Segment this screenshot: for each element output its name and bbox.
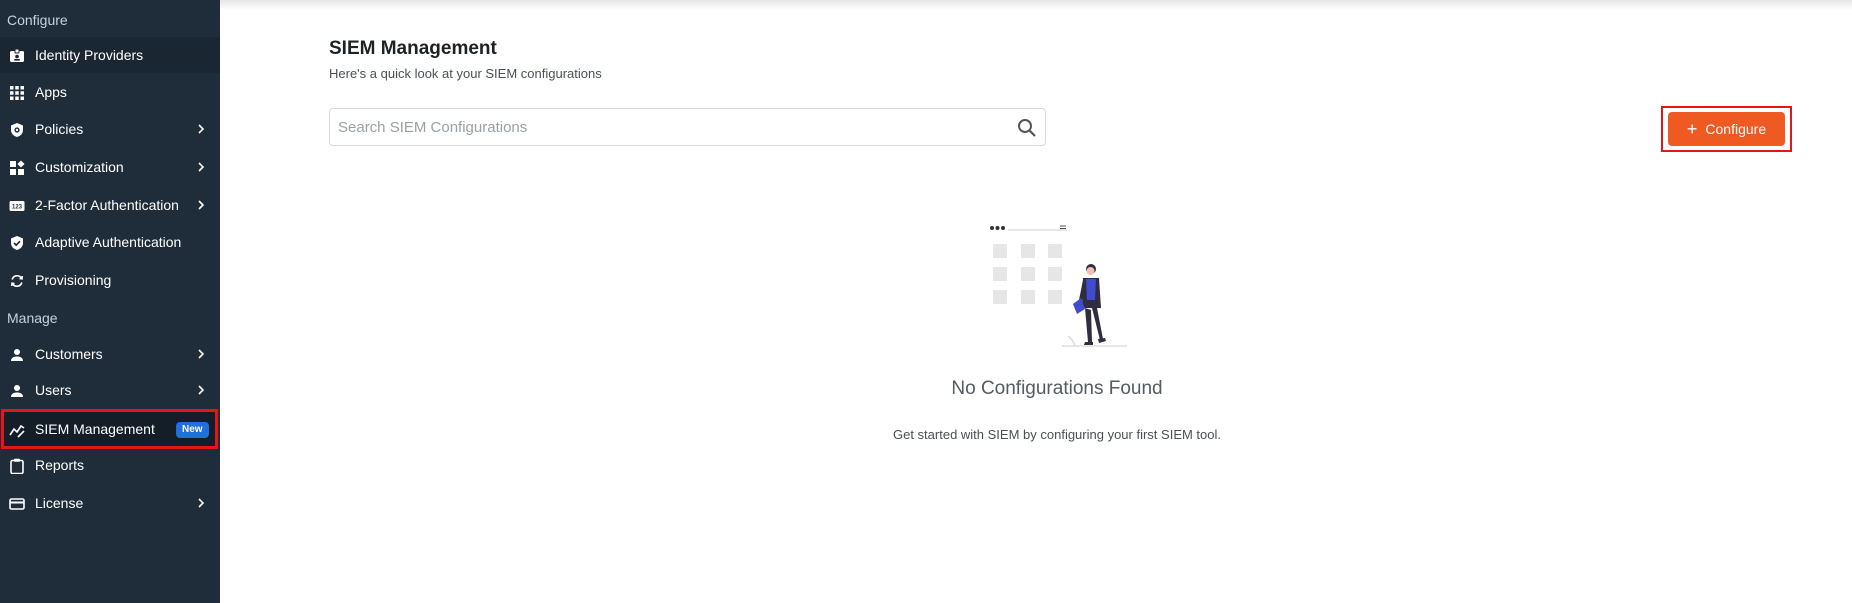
sidebar-item-customization[interactable]: Customization bbox=[0, 149, 220, 185]
page-subtitle: Here's a quick look at your SIEM configu… bbox=[329, 66, 602, 81]
sidebar-item-label: 2-Factor Authentication bbox=[35, 197, 179, 213]
chevron-right-icon bbox=[198, 124, 205, 134]
sidebar-item-label: Provisioning bbox=[35, 272, 112, 288]
sidebar-item-label: Apps bbox=[35, 84, 67, 100]
page-title: SIEM Management bbox=[329, 38, 497, 59]
sidebar-item-apps[interactable]: Apps bbox=[0, 74, 220, 110]
clipboard-icon bbox=[9, 458, 25, 474]
sidebar-item-label: Customers bbox=[35, 346, 103, 362]
sidebar-item-2fa[interactable]: 123 2-Factor Authentication bbox=[0, 187, 220, 223]
chevron-right-icon bbox=[198, 200, 205, 210]
svg-text:123: 123 bbox=[12, 205, 23, 211]
configure-button[interactable]: + Configure bbox=[1668, 112, 1785, 146]
sidebar-item-provisioning[interactable]: Provisioning bbox=[0, 262, 220, 298]
sidebar-item-identity-providers[interactable]: Identity Providers bbox=[0, 37, 220, 73]
configure-label: Configure bbox=[1705, 121, 1767, 137]
search-box[interactable] bbox=[329, 108, 1046, 146]
person-icon bbox=[9, 347, 25, 363]
search-input[interactable] bbox=[338, 117, 988, 137]
search-icon[interactable] bbox=[1017, 118, 1037, 138]
sidebar-item-label: Adaptive Authentication bbox=[35, 234, 182, 250]
sidebar: Configure Identity Providers Apps Polici… bbox=[0, 0, 220, 603]
section-label-configure: Configure bbox=[7, 12, 68, 28]
plus-icon: + bbox=[1686, 119, 1698, 139]
sidebar-item-label: Identity Providers bbox=[35, 47, 144, 63]
sidebar-item-label: Customization bbox=[35, 159, 124, 175]
card-icon bbox=[9, 496, 25, 512]
grid-icon bbox=[9, 85, 25, 101]
sync-icon bbox=[9, 273, 25, 289]
empty-state-illustration bbox=[990, 225, 1127, 347]
sidebar-item-adaptive-authentication[interactable]: Adaptive Authentication bbox=[0, 224, 220, 260]
shield-gear-icon bbox=[9, 122, 25, 138]
123-icon: 123 bbox=[9, 198, 25, 214]
sidebar-item-reports[interactable]: Reports bbox=[0, 447, 220, 483]
top-shadow bbox=[220, 0, 1852, 10]
sidebar-item-policies[interactable]: Policies bbox=[0, 111, 220, 147]
section-label-manage: Manage bbox=[7, 310, 58, 326]
sidebar-item-label: Policies bbox=[35, 121, 84, 137]
sidebar-item-label: License bbox=[35, 495, 84, 511]
sidebar-item-label: Reports bbox=[35, 457, 85, 473]
widgets-icon bbox=[9, 160, 25, 176]
chevron-right-icon bbox=[198, 349, 205, 359]
empty-state-subtitle: Get started with SIEM by configuring you… bbox=[892, 427, 1221, 442]
chevron-right-icon bbox=[198, 162, 205, 172]
empty-state-title: No Configurations Found bbox=[951, 378, 1163, 399]
shield-check-icon bbox=[9, 235, 25, 251]
badge-icon bbox=[9, 48, 25, 64]
app-root: Configure Identity Providers Apps Polici… bbox=[0, 0, 1852, 603]
sidebar-item-license[interactable]: License bbox=[0, 485, 220, 521]
chevron-right-icon bbox=[198, 498, 205, 508]
sidebar-item-customers[interactable]: Customers bbox=[0, 336, 220, 372]
